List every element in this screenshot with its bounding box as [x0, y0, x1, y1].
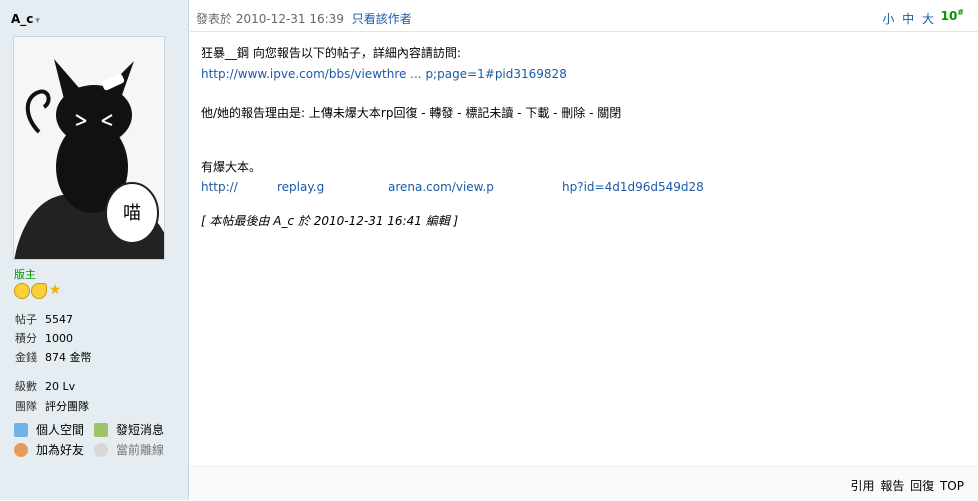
stat-posts: 帖子 5547	[15, 313, 73, 326]
replay-link-part1[interactable]: http://	[201, 178, 238, 196]
stat-points: 積分 1000	[15, 332, 73, 345]
medals: ★	[14, 283, 62, 299]
forum-post: A_c ▾ 喵 版主 ★ 帖子 5547 積分 1000 金錢 874 金幣 級…	[0, 0, 978, 501]
rank-label: 版主	[14, 268, 36, 281]
cat-avatar-image: 喵	[14, 37, 164, 259]
post-actions[interactable]: 引用 報告 回復 TOP	[851, 477, 964, 494]
online-status: 當前離線	[94, 441, 164, 458]
report-line: 狂暴__鋼 向您報告以下的帖子，詳細內容請訪問:	[201, 46, 461, 60]
only-author-link[interactable]: 只看該作者	[352, 12, 412, 26]
svg-text:喵: 喵	[123, 203, 141, 224]
home-icon	[14, 422, 28, 437]
note-line: 有爆大本。	[201, 160, 262, 174]
stat-team: 團隊 評分團隊	[15, 400, 89, 413]
star-medal-icon: ★	[48, 282, 62, 298]
edit-note: [ 本帖最後由 A_c 於 2010-12-31 16:41 編輯 ]	[201, 214, 459, 228]
stat-level: 級數 20 Lv	[15, 380, 76, 393]
chevron-down-icon[interactable]: ▾	[35, 16, 40, 26]
add-friend-icon	[14, 442, 28, 457]
moon-medal-icon	[31, 283, 47, 299]
replay-link-part3[interactable]: arena.com/view.p	[388, 178, 494, 196]
message-icon	[94, 422, 108, 437]
floor-number[interactable]: 10#	[941, 8, 964, 23]
report-reason: 他/她的報告理由是: 上傳未爆大本rp回復 - 轉發 - 標記未讀 - 下載 -…	[201, 106, 622, 120]
post-meta: 發表於 2010-12-31 16:39 只看該作者	[196, 10, 412, 27]
post-time: 發表於 2010-12-31 16:39	[196, 12, 344, 26]
post-header: 發表於 2010-12-31 16:39 只看該作者 小 中 大 10#	[190, 0, 978, 32]
stat-money: 金錢 874 金幣	[15, 351, 92, 364]
avatar: 喵	[13, 36, 165, 260]
author-sidebar: A_c ▾ 喵 版主 ★ 帖子 5547 積分 1000 金錢 874 金幣 級…	[0, 0, 189, 500]
add-friend-link[interactable]: 加為好友	[14, 441, 84, 458]
post-footer: 引用 報告 回復 TOP	[190, 466, 978, 501]
report-link[interactable]: http://www.ipve.com/bbs/viewthre ... p;p…	[201, 65, 567, 83]
author-name-text[interactable]: A_c	[11, 12, 33, 26]
replay-link-part4[interactable]: hp?id=4d1d96d549d28	[562, 178, 704, 196]
font-size-switch[interactable]: 小 中 大	[882, 10, 936, 27]
replay-link-part2[interactable]: replay.g	[277, 178, 324, 196]
author-name[interactable]: A_c ▾	[11, 12, 40, 26]
offline-user-icon	[94, 442, 108, 457]
space-link[interactable]: 個人空間	[14, 421, 84, 438]
smiley-medal-icon	[14, 283, 30, 299]
pm-link[interactable]: 發短消息	[94, 421, 164, 438]
